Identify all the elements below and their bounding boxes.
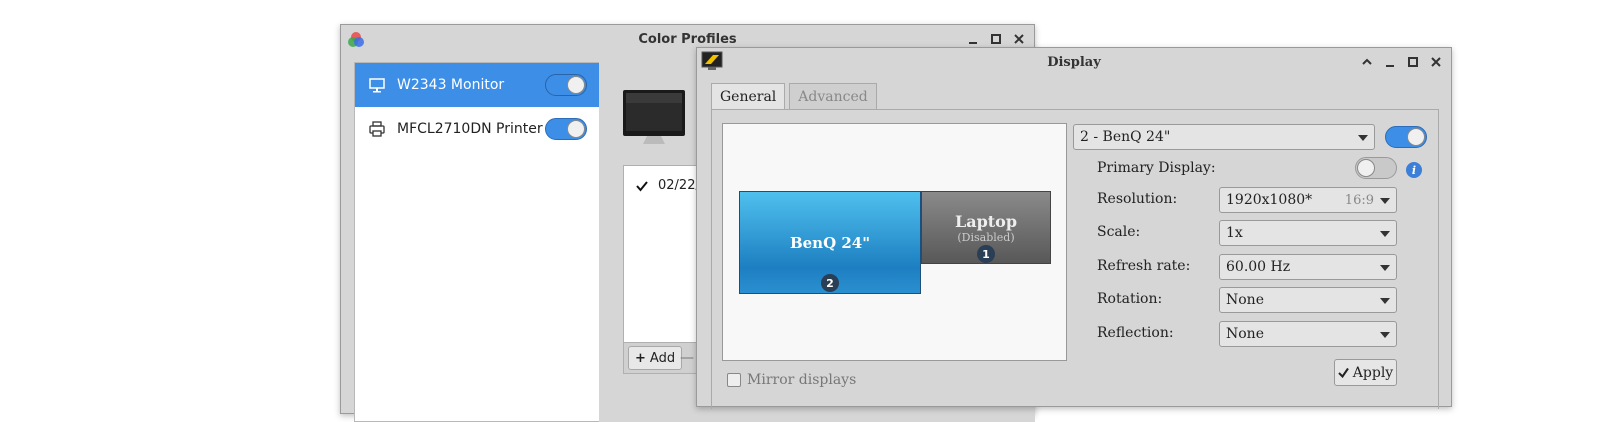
collapse-icon[interactable] [1360, 55, 1374, 69]
tab-advanced[interactable]: Advanced [789, 83, 877, 109]
monitor-icon [369, 78, 385, 93]
chevron-down-icon [1380, 231, 1390, 237]
printer-enable-toggle[interactable] [545, 118, 587, 140]
refresh-rate-value: 60.00 Hz [1226, 259, 1291, 275]
minimize-icon[interactable] [1383, 55, 1397, 69]
profile-toolbar: + Add — [623, 342, 703, 374]
scale-select[interactable]: 1x [1219, 220, 1397, 246]
primary-display-toggle[interactable] [1355, 157, 1397, 179]
monitor-number-badge: 1 [977, 245, 995, 263]
tab-general[interactable]: General [711, 83, 786, 109]
monitor-enable-toggle[interactable] [545, 74, 587, 96]
monitor-select-value: 2 - BenQ 24" [1080, 129, 1171, 145]
reflection-label: Reflection: [1097, 325, 1174, 341]
monitor-enable-toggle[interactable] [1385, 126, 1427, 148]
maximize-icon[interactable] [1406, 55, 1420, 69]
device-list: W2343 Monitor MFCL2710DN Printer [354, 62, 601, 422]
refresh-rate-select[interactable]: 60.00 Hz [1219, 254, 1397, 280]
checkbox-box [727, 373, 741, 387]
reflection-value: None [1226, 326, 1264, 342]
scale-value: 1x [1226, 225, 1243, 241]
chevron-down-icon [1380, 298, 1390, 304]
resolution-value: 1920x1080* [1226, 192, 1313, 208]
apply-button[interactable]: Apply [1334, 359, 1397, 386]
check-icon [1338, 367, 1349, 378]
device-label: W2343 Monitor [397, 77, 505, 93]
display-window: Display General Advanced BenQ 24" 2 Lapt… [696, 47, 1452, 409]
chevron-down-icon [1380, 198, 1390, 204]
check-icon [636, 180, 648, 192]
monitor-tile-label: BenQ 24" [789, 233, 871, 252]
profile-list: 02/22/ [623, 165, 703, 343]
monitor-tile-laptop[interactable]: Laptop (Disabled) 1 [921, 191, 1051, 264]
printer-icon [369, 121, 385, 137]
apply-label: Apply [1352, 364, 1394, 381]
window-title: Color Profiles [638, 31, 737, 47]
monitor-tile-label: Laptop [954, 211, 1018, 231]
minus-icon: — [680, 350, 694, 366]
device-item-monitor[interactable]: W2343 Monitor [355, 63, 601, 107]
rotation-value: None [1226, 292, 1264, 308]
rotation-select[interactable]: None [1219, 287, 1397, 313]
device-item-printer[interactable]: MFCL2710DN Printer [355, 107, 601, 151]
display-arrangement-preview: BenQ 24" 2 Laptop (Disabled) 1 [722, 123, 1067, 361]
scale-label: Scale: [1097, 224, 1141, 240]
minimize-icon[interactable] [966, 32, 980, 46]
chevron-down-icon [1380, 265, 1390, 271]
reflection-select[interactable]: None [1219, 321, 1397, 347]
rotation-label: Rotation: [1097, 291, 1163, 307]
monitor-number-badge: 2 [821, 274, 839, 292]
refresh-rate-label: Refresh rate: [1097, 258, 1191, 274]
monitor-image [623, 90, 685, 144]
tab-bar: General Advanced [711, 83, 877, 109]
display-app-icon [701, 51, 723, 70]
info-icon[interactable]: i [1406, 162, 1422, 178]
profile-label: 02/22/ [658, 178, 700, 193]
plus-icon: + [635, 350, 646, 366]
resolution-label: Resolution: [1097, 191, 1178, 207]
monitor-select[interactable]: 2 - BenQ 24" [1073, 124, 1375, 150]
maximize-icon[interactable] [989, 32, 1003, 46]
profile-row[interactable]: 02/22/ [636, 178, 700, 193]
display-titlebar[interactable]: Display [697, 48, 1451, 76]
monitor-tile-status: (Disabled) [957, 230, 1015, 244]
add-label: Add [649, 350, 676, 366]
aspect-ratio: 16:9 [1344, 192, 1374, 208]
mirror-displays-checkbox[interactable]: Mirror displays [727, 372, 856, 388]
chevron-down-icon [1380, 332, 1390, 338]
color-profiles-app-icon [348, 32, 364, 47]
remove-profile-button[interactable]: — [676, 346, 698, 370]
resolution-select[interactable]: 1920x1080* 16:9 [1219, 187, 1397, 213]
close-icon[interactable] [1012, 32, 1026, 46]
chevron-down-icon [1358, 135, 1368, 141]
mirror-label: Mirror displays [747, 372, 857, 388]
add-profile-button[interactable]: + Add [628, 346, 683, 370]
primary-display-label: Primary Display: [1097, 160, 1216, 176]
device-label: MFCL2710DN Printer [397, 121, 543, 137]
close-icon[interactable] [1429, 55, 1443, 69]
window-title: Display [1047, 54, 1101, 70]
monitor-tile-benq[interactable]: BenQ 24" 2 [739, 191, 921, 294]
